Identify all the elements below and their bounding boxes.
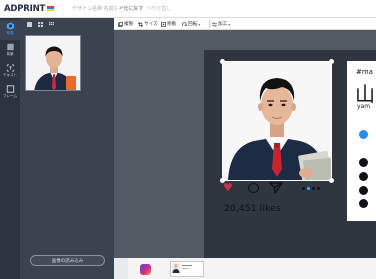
logo-flag-icon (47, 6, 54, 12)
carousel-dot-active (307, 187, 310, 190)
resize-handle-bottom-right[interactable] (329, 178, 334, 183)
selection-border-left (222, 61, 223, 181)
edit-toolbar: 複製 サイズ 移動 回転 ▾ 加工 ▾ (114, 18, 376, 30)
grid-view-icon[interactable] (38, 21, 43, 27)
carousel-dots (302, 187, 320, 190)
image-panel: 画像の読み込み (20, 18, 114, 279)
photo-icon (6, 22, 14, 30)
app-logo[interactable]: ADPRINT (4, 4, 45, 14)
portrait-photo-image (222, 61, 332, 180)
crop-icon (138, 21, 143, 27)
panel-view-tabs (20, 18, 114, 30)
rail-item-text[interactable]: テキスト (0, 62, 20, 82)
chevron-down-icon: ▾ (228, 21, 231, 27)
selection-border-right (331, 61, 332, 181)
selected-photo[interactable] (222, 61, 332, 180)
rail-item-label: フレーム (2, 94, 18, 98)
toolbar-label: 複製 (124, 22, 134, 27)
upload-image-button[interactable]: 画像の読み込み (30, 255, 105, 266)
location-icon (359, 130, 368, 139)
rail-item-label: テキスト (2, 73, 18, 77)
page-thumbnail-image (171, 262, 203, 276)
resize-handle-top-left[interactable] (220, 59, 225, 64)
comment-icon[interactable] (248, 183, 259, 193)
app-root: ADPRINT デザイン名称 名前1 ↶元に戻す ↷やり直し 写真 背景 テキス… (0, 0, 376, 279)
duplicate-icon (118, 21, 123, 27)
left-rail: 写真 背景 テキスト フレーム (0, 18, 20, 279)
profile-name-romaji: yam (357, 103, 371, 110)
text-icon (6, 64, 14, 72)
rail-item-label: 写真 (6, 31, 14, 35)
carousel-dot (317, 187, 320, 190)
toolbar-label: 移動 (167, 22, 177, 27)
selection-border-top (222, 61, 332, 62)
social-icon (359, 199, 368, 208)
carousel-dot (312, 187, 315, 190)
page-strip-bar (128, 258, 376, 279)
page-thumbnail[interactable] (170, 261, 204, 277)
top-bar: ADPRINT デザイン名称 名前1 ↶元に戻す ↷やり直し (0, 0, 376, 18)
rail-item-frame[interactable]: フレーム (0, 83, 20, 103)
rotate-icon (182, 21, 187, 26)
carousel-dot (302, 187, 305, 190)
adjust-icon (212, 21, 217, 27)
small-grid-view-icon[interactable] (49, 21, 54, 27)
document-title[interactable]: デザイン名称 名前1 (72, 5, 117, 12)
heart-icon[interactable]: ♥ (223, 182, 233, 193)
resize-handle-top-right[interactable] (329, 59, 334, 64)
rotate-button[interactable]: 回転 ▾ (182, 20, 200, 28)
move-button[interactable]: 移動 (161, 20, 176, 28)
crop-button[interactable]: サイズ (138, 20, 158, 28)
toolbar-label: 加工 (218, 22, 228, 27)
hashtag-text: #ma (356, 68, 373, 76)
redo-button[interactable]: ↷やり直し (147, 5, 171, 12)
rail-item-label: 背景 (6, 52, 14, 56)
toolbar-label: 回転 (188, 22, 198, 27)
frame-icon (6, 85, 14, 93)
rail-item-background[interactable]: 背景 (0, 41, 20, 61)
list-view-icon[interactable] (27, 21, 32, 27)
portrait-thumbnail-image (26, 36, 80, 90)
photo-thumbnail[interactable] (25, 35, 81, 91)
rail-item-photo[interactable]: 写真 (0, 20, 20, 40)
send-icon[interactable] (269, 182, 283, 194)
chevron-down-icon: ▾ (198, 21, 201, 27)
mail-icon (359, 172, 368, 181)
background-icon (6, 43, 14, 51)
likes-count: 20,451 likes (224, 204, 281, 214)
duplicate-button[interactable]: 複製 (118, 20, 133, 28)
web-icon (359, 186, 368, 195)
move-icon (161, 21, 166, 27)
undo-button[interactable]: ↶元に戻す (119, 5, 143, 12)
adjust-button[interactable]: 加工 ▾ (212, 20, 230, 28)
toolbar-label: サイズ (144, 22, 158, 27)
selection-border-bottom (222, 180, 332, 181)
instagram-icon[interactable] (140, 264, 151, 275)
phone-icon (359, 158, 368, 167)
toolbar-divider (209, 20, 210, 28)
